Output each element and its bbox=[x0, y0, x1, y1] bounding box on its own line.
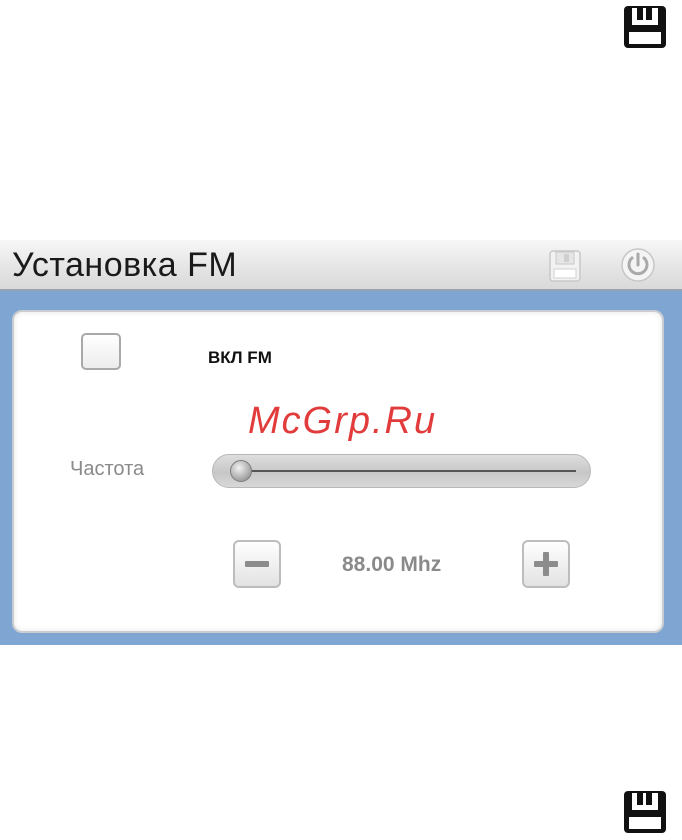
plus-icon bbox=[534, 552, 558, 576]
minus-icon bbox=[245, 561, 269, 567]
floppy-disk-icon bbox=[623, 5, 667, 49]
watermark: McGrp.Ru bbox=[248, 400, 438, 442]
fm-enable-checkbox[interactable] bbox=[81, 333, 121, 370]
slider-thumb[interactable] bbox=[230, 460, 252, 482]
page-title: Установка FM bbox=[12, 246, 238, 284]
slider-track bbox=[243, 470, 576, 472]
frequency-value: 88.00 Mhz bbox=[342, 553, 442, 576]
frequency-label: Частота bbox=[70, 458, 145, 480]
floppy-disk-icon bbox=[623, 790, 667, 834]
power-icon[interactable] bbox=[620, 247, 656, 283]
fm-enable-label: ВКЛ FM bbox=[208, 348, 272, 367]
floppy-disk-icon[interactable] bbox=[549, 250, 581, 282]
frequency-increase-button[interactable] bbox=[522, 540, 570, 588]
frequency-slider[interactable] bbox=[212, 454, 591, 488]
title-bar: Установка FM bbox=[0, 240, 682, 291]
frequency-decrease-button[interactable] bbox=[233, 540, 281, 588]
